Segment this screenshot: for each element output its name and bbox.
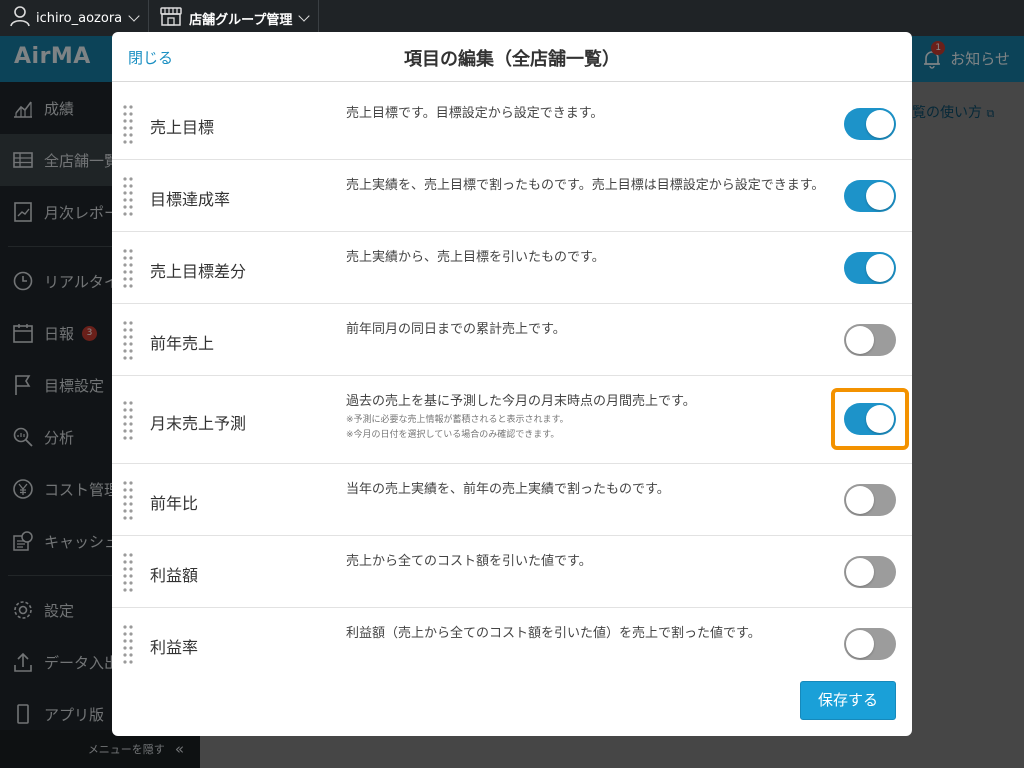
column-toggle[interactable] — [844, 180, 896, 212]
list-item: 売上目標 売上目標です。目標設定から設定できます。 — [112, 88, 912, 160]
edit-columns-modal: 閉じる 項目の編集（全店舗一覧） 売上目標 売上目標です。目標設定から設定できま… — [112, 32, 912, 736]
drag-handle-icon[interactable] — [123, 104, 133, 144]
modal-title: 項目の編集（全店舗一覧） — [404, 49, 620, 70]
chevron-down-icon — [298, 10, 311, 22]
column-description: 過去の売上を基に予測した今月の月末時点の月間売上です。 — [346, 394, 696, 409]
column-toggle[interactable] — [844, 108, 896, 140]
list-item: 利益額 売上から全てのコスト額を引いた値です。 — [112, 536, 912, 608]
column-name: 利益額 — [150, 566, 199, 585]
column-toggle[interactable] — [844, 484, 896, 516]
store-group-menu[interactable]: 店舗グループ管理 — [149, 0, 320, 36]
list-item: 前年比 当年の売上実績を、前年の売上実績で割ったものです。 — [112, 464, 912, 536]
store-icon — [159, 6, 183, 30]
list-item: 目標達成率 売上実績を、売上目標で割ったものです。売上目標は目標設定から設定でき… — [112, 160, 912, 232]
column-name: 目標達成率 — [150, 190, 231, 209]
toggle-knob — [846, 326, 874, 354]
list-item: 売上目標差分 売上実績から、売上目標を引いたものです。 — [112, 232, 912, 304]
drag-handle-icon[interactable] — [123, 624, 133, 664]
toggle-knob — [846, 486, 874, 514]
drag-handle-icon[interactable] — [123, 176, 133, 216]
toggle-knob — [866, 110, 894, 138]
chevron-down-icon — [128, 10, 140, 22]
column-name: 前年比 — [150, 494, 199, 513]
toggle-knob — [866, 182, 894, 210]
toggle-knob — [846, 558, 874, 586]
toggle-knob — [846, 630, 874, 658]
account-name: ichiro_aozora — [36, 10, 123, 26]
list-item: 前年売上 前年同月の同日までの累計売上です。 — [112, 304, 912, 376]
user-icon — [10, 5, 30, 31]
column-description: 当年の売上実績を、前年の売上実績で割ったものです。 — [346, 482, 670, 497]
column-name: 利益率 — [150, 638, 199, 657]
account-menu[interactable]: ichiro_aozora — [0, 0, 150, 36]
list-item: 利益率 利益額（売上から全てのコスト額を引いた値）を売上で割った値です。 — [112, 608, 912, 680]
column-name: 売上目標 — [150, 118, 215, 137]
save-button[interactable]: 保存する — [800, 681, 896, 720]
modal-header: 閉じる 項目の編集（全店舗一覧） — [112, 32, 912, 82]
column-toggle[interactable] — [844, 556, 896, 588]
store-group-label: 店舗グループ管理 — [189, 12, 293, 28]
column-name: 前年売上 — [150, 334, 215, 353]
column-description: 売上実績を、売上目標で割ったものです。売上目標は目標設定から設定できます。 — [346, 178, 825, 193]
drag-handle-icon[interactable] — [123, 400, 133, 440]
drag-handle-icon[interactable] — [123, 480, 133, 520]
column-description: 売上目標です。目標設定から設定できます。 — [346, 106, 604, 121]
column-description: 利益額（売上から全てのコスト額を引いた値）を売上で割った値です。 — [346, 626, 761, 641]
column-description: 売上実績から、売上目標を引いたものです。 — [346, 250, 605, 265]
column-description: 前年同月の同日までの累計売上です。 — [346, 322, 566, 337]
column-note: ※予測に必要な売上情報が蓄積されると表示されます。 — [346, 415, 569, 425]
column-toggle[interactable] — [844, 252, 896, 284]
toggle-knob — [866, 405, 894, 433]
drag-handle-icon[interactable] — [123, 320, 133, 360]
column-description-block: 過去の売上を基に予測した今月の月末時点の月間売上です。 ※予測に必要な売上情報が… — [346, 393, 826, 443]
column-list: 売上目標 売上目標です。目標設定から設定できます。 目標達成率 売上実績を、売上… — [112, 88, 912, 680]
column-toggle[interactable] — [844, 403, 896, 435]
list-item: 月末売上予測 過去の売上を基に予測した今月の月末時点の月間売上です。 ※予測に必… — [112, 376, 912, 464]
column-toggle[interactable] — [844, 628, 896, 660]
drag-handle-icon[interactable] — [123, 552, 133, 592]
column-name: 売上目標差分 — [150, 262, 247, 281]
column-description: 売上から全てのコスト額を引いた値です。 — [346, 554, 592, 569]
top-bar: ichiro_aozora 店舗グループ管理 — [0, 0, 1024, 36]
drag-handle-icon[interactable] — [123, 248, 133, 288]
toggle-knob — [866, 254, 894, 282]
column-toggle[interactable] — [844, 324, 896, 356]
column-name: 月末売上予測 — [150, 414, 247, 433]
column-note: ※今月の日付を選択している場合のみ確認できます。 — [346, 430, 560, 440]
